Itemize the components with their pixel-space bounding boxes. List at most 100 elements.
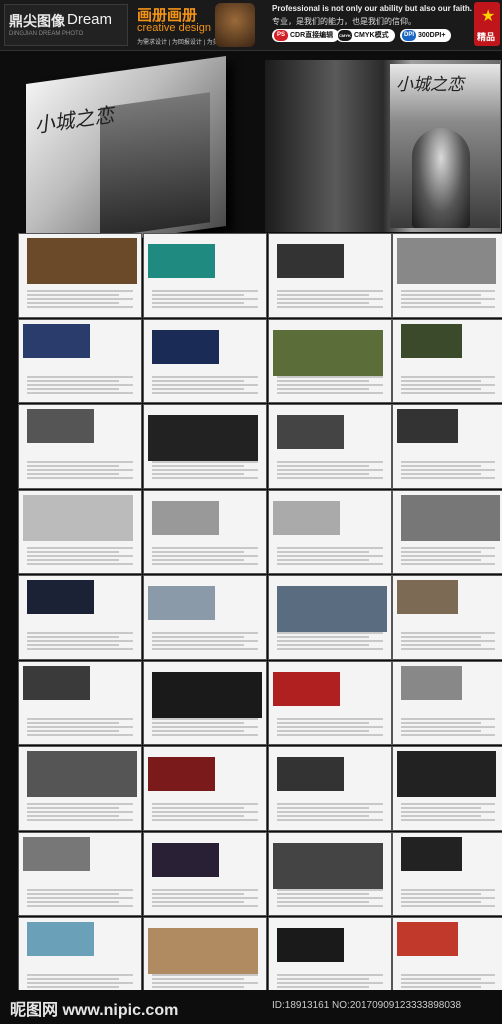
page-thumbnail	[392, 489, 502, 574]
thumbnail-text-line	[277, 558, 369, 561]
thumbnail-text-line	[27, 803, 133, 805]
page-thumbnail	[143, 831, 267, 916]
thumbnail-text-line	[152, 982, 258, 984]
top-banner: 鼎尖图像 Dream DINGJIAN DREAM PHOTO 画册画册 cre…	[0, 0, 502, 51]
page-thumbnail	[18, 660, 142, 745]
thumbnail-text-line	[152, 473, 244, 475]
thumbnail-text-line	[277, 554, 383, 557]
thumbnail-text-line	[27, 729, 119, 732]
thumbnail-text-line	[152, 892, 244, 895]
thumbnail-text-line	[401, 644, 481, 646]
thumbnail-text-line	[277, 892, 369, 895]
page-thumbnail	[18, 831, 142, 916]
thumbnail-text-line	[152, 974, 258, 976]
thumbnail-text-line	[401, 819, 495, 821]
thumbnail-text-line	[277, 290, 383, 292]
thumbnail-text-line	[152, 290, 258, 292]
page-thumbnail	[268, 318, 392, 403]
thumbnail-text-line	[277, 632, 383, 634]
thumbnail-text-line	[401, 387, 481, 390]
page-thumbnail	[143, 746, 267, 831]
cdr-badge-label: CDR直接编辑	[290, 32, 334, 39]
thumbnail-text-line	[401, 473, 481, 475]
thumbnail-text-line	[277, 644, 369, 646]
thumbnail-text-line	[401, 546, 495, 549]
thumbnail-text-line	[152, 562, 258, 565]
thumbnail-text-line	[152, 640, 258, 642]
dpi-badge-label: 300DPI+	[418, 32, 446, 39]
thumbnail-photo-block	[152, 671, 262, 718]
thumbnail-text-line	[401, 986, 481, 988]
thumbnail-text-line	[401, 729, 481, 732]
thumbnail-text-line	[401, 982, 495, 984]
thumbnail-text-line	[401, 640, 495, 642]
thumbnail-text-line	[152, 477, 258, 479]
thumbnail-photo-block	[27, 409, 94, 443]
page-thumbnail	[392, 831, 502, 916]
thumbnail-text-line	[277, 640, 383, 642]
thumbnail-text-line	[277, 375, 383, 378]
thumbnail-photo-block	[152, 500, 219, 535]
thumbnail-photo-block	[277, 244, 344, 278]
thumbnail-text-line	[277, 636, 369, 638]
logo-subtitle: DINGJIAN DREAM PHOTO	[9, 31, 84, 37]
page-thumbnail	[392, 660, 502, 745]
thumbnail-text-line	[152, 815, 244, 817]
page-thumbnail	[143, 318, 267, 403]
page-thumbnail	[268, 233, 392, 318]
thumbnail-text-line	[401, 294, 481, 296]
page-thumbnail	[18, 489, 142, 574]
thumbnail-text-line	[277, 811, 383, 813]
thumbnail-photo-block	[397, 751, 496, 797]
thumbnail-text-line	[27, 815, 119, 817]
cover-portrait-photo	[100, 92, 210, 238]
thumbnail-text-line	[277, 648, 383, 650]
thumbnail-text-line	[27, 721, 119, 724]
page-thumbnail	[143, 575, 267, 660]
thumbnail-text-line	[27, 461, 133, 463]
thumbnail-text-line	[152, 302, 244, 304]
thumbnail-text-line	[27, 632, 133, 634]
thumbnail-text-line	[152, 807, 244, 809]
spread-portrait-figure	[412, 128, 470, 228]
thumbnail-text-line	[401, 306, 495, 308]
thumbnail-text-line	[401, 807, 481, 809]
thumbnail-text-line	[152, 978, 244, 980]
thumbnail-text-line	[277, 721, 369, 724]
thumbnail-text-line	[152, 632, 258, 634]
thumbnail-text-line	[27, 982, 133, 984]
thumbnail-text-line	[401, 632, 495, 634]
thumbnail-text-line	[277, 729, 369, 732]
thumbnail-text-line	[152, 306, 258, 308]
thumbnail-photo-block	[273, 500, 340, 535]
thumbnail-text-line	[152, 900, 244, 903]
thumbnail-text-line	[27, 986, 119, 988]
thumbnail-text-line	[27, 978, 119, 980]
thumbnail-text-line	[401, 562, 495, 565]
cmyk-icon: CMYK	[338, 30, 352, 41]
thumbnail-text-line	[152, 387, 244, 390]
thumbnail-text-line	[401, 469, 495, 471]
thumbnail-text-line	[27, 298, 133, 300]
thumbnail-text-line	[401, 803, 495, 805]
thumbnail-text-line	[27, 725, 133, 728]
thumbnail-text-line	[277, 546, 383, 549]
thumbnail-photo-block	[23, 323, 90, 358]
thumbnail-text-line	[27, 546, 133, 549]
thumbnail-photo-block	[401, 323, 462, 358]
thumbnail-text-line	[27, 302, 119, 304]
thumbnail-text-line	[152, 725, 258, 728]
thumbnail-text-line	[27, 648, 133, 650]
thumbnail-text-line	[277, 391, 383, 394]
thumbnail-text-line	[152, 888, 258, 891]
thumbnail-text-line	[401, 811, 495, 813]
page-thumbnail	[392, 746, 502, 831]
thumbnail-text-line	[27, 888, 133, 891]
thumbnail-text-line	[401, 302, 481, 304]
thumbnail-text-line	[152, 375, 258, 378]
thumbnail-photo-block	[273, 329, 383, 376]
thumbnail-text-line	[277, 986, 369, 988]
page-thumbnail	[143, 660, 267, 745]
thumbnail-photo-block	[397, 409, 458, 443]
image-id-label: ID:18913161 NO:20170909123333898038	[272, 1000, 462, 1011]
